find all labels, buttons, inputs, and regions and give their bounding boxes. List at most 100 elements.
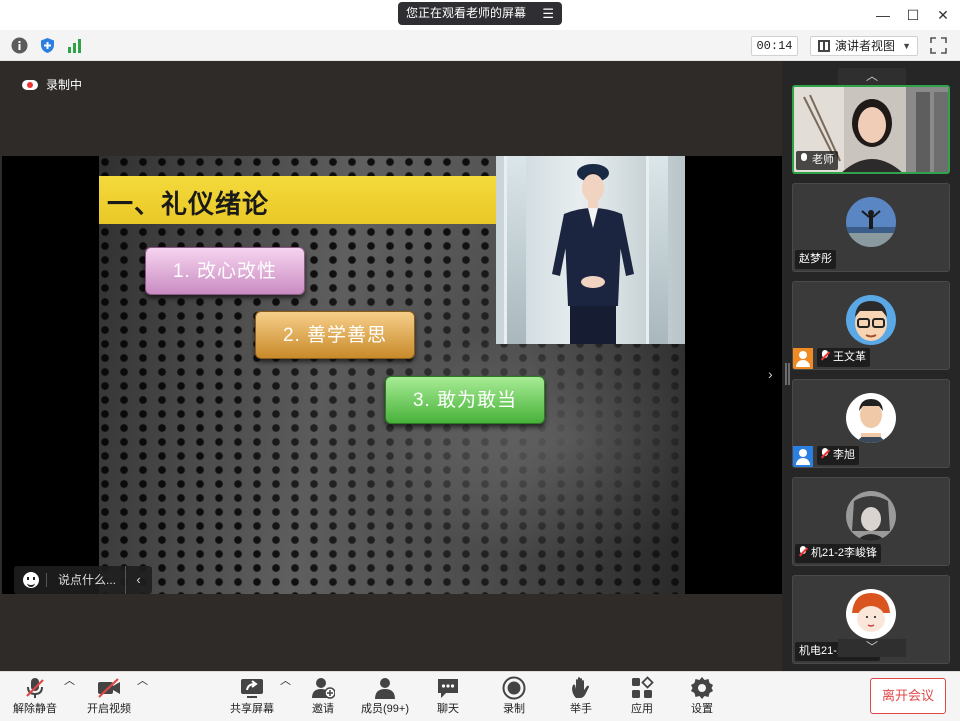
control-bar: 解除静音 ︿ 开启视频 ︿ 共享屏幕 ︿ 邀请 成员(99+) 聊天 录制 举手…: [0, 671, 960, 721]
settings-label: 设置: [691, 703, 713, 715]
participant-nametag: 李旭: [817, 446, 859, 465]
view-mode-label: 演讲者视图: [835, 39, 896, 53]
chat-input-box[interactable]: 说点什么... ‹: [14, 566, 152, 594]
share-banner-text: 您正在观看老师的屏幕: [406, 6, 527, 20]
avatar: [846, 393, 896, 443]
chevron-up-icon[interactable]: ︿: [280, 672, 291, 721]
members-label: 成员(99+): [361, 703, 409, 715]
minimize-button[interactable]: —: [870, 4, 896, 26]
invite-button[interactable]: 邀请: [302, 672, 344, 721]
mic-icon: [800, 153, 808, 164]
scroll-down-button[interactable]: ﹀: [838, 639, 906, 657]
close-button[interactable]: ✕: [930, 4, 956, 26]
maximize-button[interactable]: ☐: [900, 4, 926, 26]
raise-hand-icon: [572, 677, 589, 698]
signal-bars-icon[interactable]: [67, 37, 84, 54]
flight-attendant-photo: [496, 156, 685, 344]
recording-label: 录制中: [46, 78, 83, 92]
slide-item-1: 1. 改心改性: [145, 247, 305, 295]
apps-button[interactable]: 应用: [622, 672, 662, 721]
share-banner[interactable]: 您正在观看老师的屏幕 ☰: [398, 2, 562, 25]
participant-tile[interactable]: 机21-2李峻锋: [792, 477, 950, 566]
main-stage: 录制中 一、礼仪绪论 1. 改心改性 2. 善学善思 3. 敢为敢当 说点什么.…: [0, 61, 782, 671]
settings-icon: [691, 677, 713, 699]
mic-muted-icon: [821, 448, 829, 459]
meeting-toolbar: 00:14 演讲者视图 ▼: [0, 30, 960, 61]
share-screen-button[interactable]: 共享屏幕: [226, 672, 278, 721]
participant-name: 赵梦彤: [799, 253, 832, 265]
role-badge: [793, 348, 813, 369]
participant-tile[interactable]: 李旭: [792, 379, 950, 468]
menu-lines-icon[interactable]: ☰: [542, 2, 554, 25]
cloud-record-icon: [22, 80, 38, 90]
chevron-up-icon[interactable]: ︿: [64, 672, 75, 721]
participant-nametag: 王文革: [817, 348, 870, 367]
chevron-down-icon: ▼: [902, 41, 911, 51]
chevron-up-icon[interactable]: ︿: [137, 672, 148, 721]
record-icon: [502, 676, 526, 700]
invite-label: 邀请: [312, 703, 334, 715]
chat-icon: [438, 679, 458, 698]
view-mode-select[interactable]: 演讲者视图 ▼: [810, 36, 918, 56]
invite-user-icon: [312, 678, 335, 699]
record-button[interactable]: 录制: [494, 672, 534, 721]
start-video-button[interactable]: 开启视频: [82, 672, 136, 721]
participant-name: 李旭: [833, 449, 855, 461]
unmute-button[interactable]: 解除静音: [8, 672, 62, 721]
participants-panel: › ︿ 老师 赵梦彤 王文革 李旭 机21-2李峻锋 ﹀: [768, 61, 960, 671]
raise-hand-label: 举手: [570, 703, 592, 715]
fullscreen-icon[interactable]: [930, 37, 947, 54]
participant-tile[interactable]: 赵梦彤: [792, 183, 950, 272]
emoji-icon[interactable]: [23, 572, 39, 588]
info-icon[interactable]: [11, 37, 28, 54]
recording-indicator: 录制中: [22, 76, 82, 93]
participant-tile[interactable]: 老师: [792, 85, 950, 174]
unmute-label: 解除静音: [13, 703, 57, 715]
avatar: [846, 197, 896, 247]
participant-nametag: 机21-2李峻锋: [795, 544, 882, 563]
chat-placeholder: 说点什么...: [58, 573, 117, 587]
mic-muted-icon: [799, 546, 807, 557]
role-badge: [793, 446, 813, 467]
camera-off-icon: [98, 678, 120, 698]
layout-grid-icon: [818, 40, 830, 52]
chevron-right-icon[interactable]: ›: [768, 366, 773, 382]
mic-muted-icon: [821, 350, 829, 361]
slide-item-3: 3. 敢为敢当: [385, 376, 545, 424]
apps-label: 应用: [631, 703, 653, 715]
meeting-timer: 00:14: [751, 36, 798, 56]
mic-muted-icon: [26, 678, 44, 698]
chat-button[interactable]: 聊天: [428, 672, 468, 721]
participant-name: 老师: [812, 154, 834, 166]
shield-icon[interactable]: [39, 37, 56, 54]
scroll-up-button[interactable]: ︿: [838, 68, 906, 86]
chevron-left-icon[interactable]: ‹: [125, 566, 151, 594]
presentation-slide: 一、礼仪绪论 1. 改心改性 2. 善学善思 3. 敢为敢当: [99, 156, 685, 594]
resize-handle[interactable]: [785, 363, 787, 385]
title-bar: 您正在观看老师的屏幕 ☰ — ☐ ✕: [0, 0, 960, 30]
members-icon: [375, 678, 395, 699]
slide-title: 一、礼仪绪论: [107, 190, 270, 220]
participant-nametag: 老师: [796, 151, 838, 170]
chat-label: 聊天: [437, 703, 459, 715]
raise-hand-button[interactable]: 举手: [561, 672, 601, 721]
slide-item-2: 2. 善学善思: [255, 311, 415, 359]
share-screen-label: 共享屏幕: [230, 703, 274, 715]
participant-name: 王文革: [833, 351, 866, 363]
participant-nametag: 赵梦彤: [795, 250, 836, 269]
apps-icon: [632, 676, 654, 698]
avatar: [846, 491, 896, 541]
settings-button[interactable]: 设置: [682, 672, 722, 721]
attendant-figure: [552, 164, 634, 344]
shared-screen: 一、礼仪绪论 1. 改心改性 2. 善学善思 3. 敢为敢当: [2, 156, 782, 594]
avatar: [846, 589, 896, 639]
participant-name: 机21-2李峻锋: [811, 547, 878, 559]
record-label: 录制: [503, 703, 525, 715]
members-button[interactable]: 成员(99+): [356, 672, 414, 721]
leave-meeting-button[interactable]: 离开会议: [870, 678, 946, 714]
avatar: [846, 295, 896, 345]
start-video-label: 开启视频: [87, 703, 131, 715]
slide-title-bar: 一、礼仪绪论: [99, 176, 497, 224]
share-screen-icon: [241, 679, 263, 698]
participant-tile[interactable]: 王文革: [792, 281, 950, 370]
